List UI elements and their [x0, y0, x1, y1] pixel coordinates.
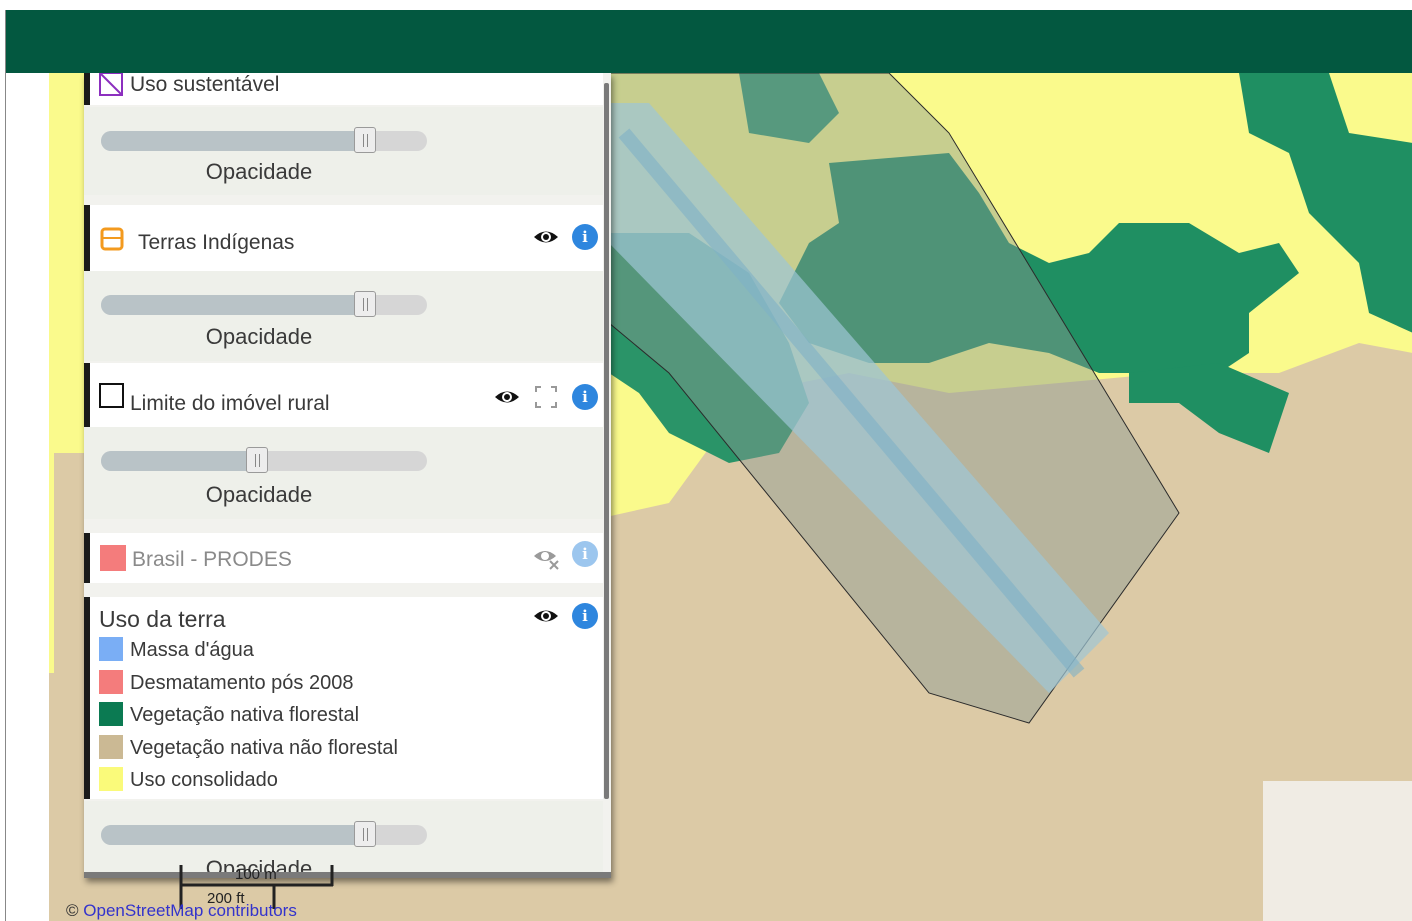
layer-name: Limite do imóvel rural: [130, 392, 330, 415]
opacity-slider-block: Opacidade: [84, 801, 603, 878]
opacity-slider-thumb[interactable]: [354, 821, 376, 847]
layer-row-limite-imovel[interactable]: Limite do imóvel rural i: [84, 363, 603, 427]
black-outlined-square-icon: [99, 383, 124, 408]
layer-panel: Uso sustentável Opacidade Terras Indígen…: [84, 73, 611, 878]
opacity-slider-block: Opacidade: [84, 427, 603, 519]
opacity-slider-track[interactable]: [101, 131, 427, 151]
opacity-slider-thumb[interactable]: [354, 127, 376, 153]
layer-row-terras-indigenas[interactable]: Terras Indígenas i: [84, 205, 603, 271]
opacity-slider-track[interactable]: [101, 295, 427, 315]
eye-icon[interactable]: [533, 603, 559, 629]
legend-label: Vegetação nativa não florestal: [130, 737, 398, 759]
attribution-link[interactable]: OpenStreetMap contributors: [83, 901, 297, 920]
opacity-label: Opacidade: [205, 159, 313, 184]
opacity-slider-thumb[interactable]: [354, 291, 376, 317]
legend-swatch: [99, 735, 123, 759]
map-blank-tile: [1263, 781, 1412, 921]
legend-label: Massa d'água: [130, 639, 254, 661]
legend-label: Desmatamento pós 2008: [130, 672, 354, 694]
eye-icon[interactable]: [533, 224, 559, 250]
orange-outlined-square-icon: [100, 227, 124, 251]
app-frame: Uso sustentável Opacidade Terras Indígen…: [5, 10, 1412, 921]
legend-label: Uso consolidado: [130, 769, 278, 791]
panel-scrollbar[interactable]: [604, 83, 609, 799]
opacity-label: Opacidade: [205, 482, 313, 507]
info-icon[interactable]: i: [572, 384, 598, 410]
info-icon[interactable]: i: [572, 541, 598, 567]
header-bar: [6, 10, 1412, 73]
opacity-slider-track[interactable]: [101, 825, 427, 845]
opacity-slider-block: Opacidade: [84, 107, 603, 195]
pink-square-icon: [100, 545, 126, 571]
info-icon[interactable]: i: [572, 603, 598, 629]
legend-label: Vegetação nativa florestal: [130, 704, 360, 726]
scale-metric-label: 100 m: [235, 866, 277, 883]
layer-row-prodes[interactable]: Brasil - PRODES i: [84, 533, 603, 583]
info-icon[interactable]: i: [572, 224, 598, 250]
opacity-slider-thumb[interactable]: [246, 447, 268, 473]
layer-name: Uso sustentável: [130, 73, 280, 96]
eye-icon[interactable]: [494, 384, 520, 410]
zoom-extent-icon[interactable]: [533, 384, 559, 410]
legend-swatch: [99, 702, 123, 726]
eye-hidden-icon[interactable]: [533, 544, 559, 570]
map-attribution[interactable]: © OpenStreetMap contributors: [66, 901, 297, 921]
layer-row-uso-da-terra[interactable]: Uso da terra i Massa d'água Desmatamento…: [84, 597, 603, 799]
panel-scrollbar-horizontal[interactable]: [84, 872, 611, 878]
legend-swatch: [99, 670, 123, 694]
legend-swatch: [99, 767, 123, 791]
copyright-symbol: ©: [66, 901, 79, 920]
opacity-slider-block: Opacidade: [84, 271, 603, 361]
layer-name: Terras Indígenas: [138, 231, 295, 254]
layer-name: Uso da terra: [99, 606, 226, 632]
layer-name: Brasil - PRODES: [132, 548, 292, 571]
opacity-label: Opacidade: [205, 324, 313, 349]
purple-hatched-square-icon: [99, 73, 123, 96]
layer-row-uso-sustentavel[interactable]: Uso sustentável: [84, 73, 603, 105]
legend-swatch: [99, 637, 123, 661]
